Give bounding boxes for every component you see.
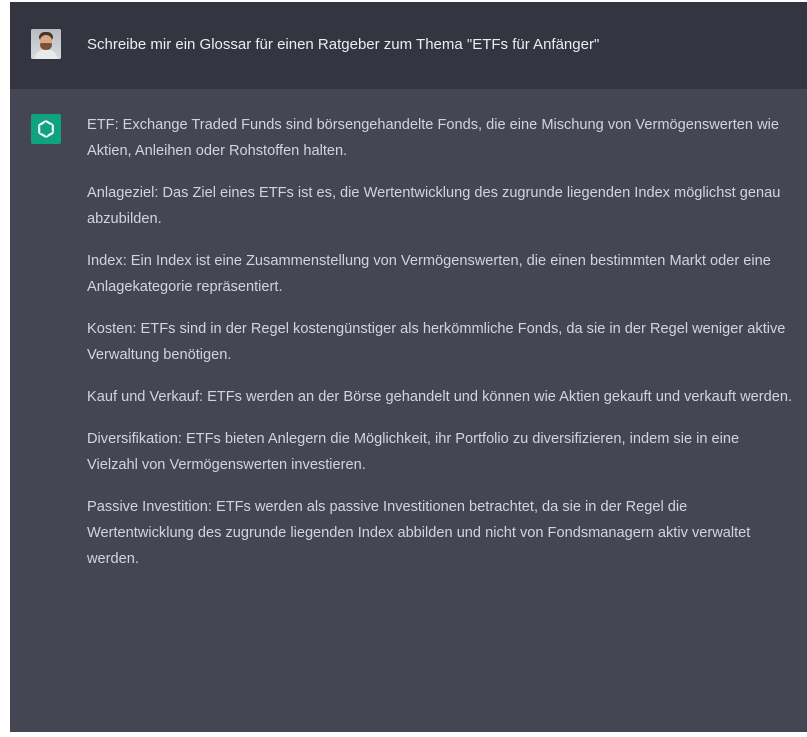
glossary-entry-anlageziel: Anlageziel: Das Ziel eines ETFs ist es, … (87, 185, 781, 227)
screenshot-frame: Schreibe mir ein Glossar für einen Ratge… (0, 0, 807, 737)
assistant-message-row: ETF: Exchange Traded Funds sind börsenge… (10, 89, 807, 732)
openai-logo-icon (31, 114, 61, 144)
user-message-text: Schreibe mir ein Glossar für einen Ratge… (87, 36, 600, 53)
assistant-message-text: ETF: Exchange Traded Funds sind börsenge… (87, 112, 793, 588)
glossary-entry-kauf-verkauf: Kauf und Verkauf: ETFs werden an der Bör… (87, 389, 793, 405)
user-avatar (31, 29, 61, 59)
glossary-entry-diversifikation: Diversifikation: ETFs bieten Anlegern di… (87, 431, 740, 473)
user-message-row: Schreibe mir ein Glossar für einen Ratge… (10, 2, 807, 89)
glossary-entry-kosten: Kosten: ETFs sind in der Regel kostengün… (87, 321, 786, 363)
glossary-entry-index: Index: Ein Index ist eine Zusammenstellu… (87, 253, 771, 295)
glossary-entry-passive-investition: Passive Investition: ETFs werden als pas… (87, 499, 751, 567)
glossary-entry-etf: ETF: Exchange Traded Funds sind börsenge… (87, 117, 779, 159)
chat-thread: Schreibe mir ein Glossar für einen Ratge… (10, 2, 807, 732)
